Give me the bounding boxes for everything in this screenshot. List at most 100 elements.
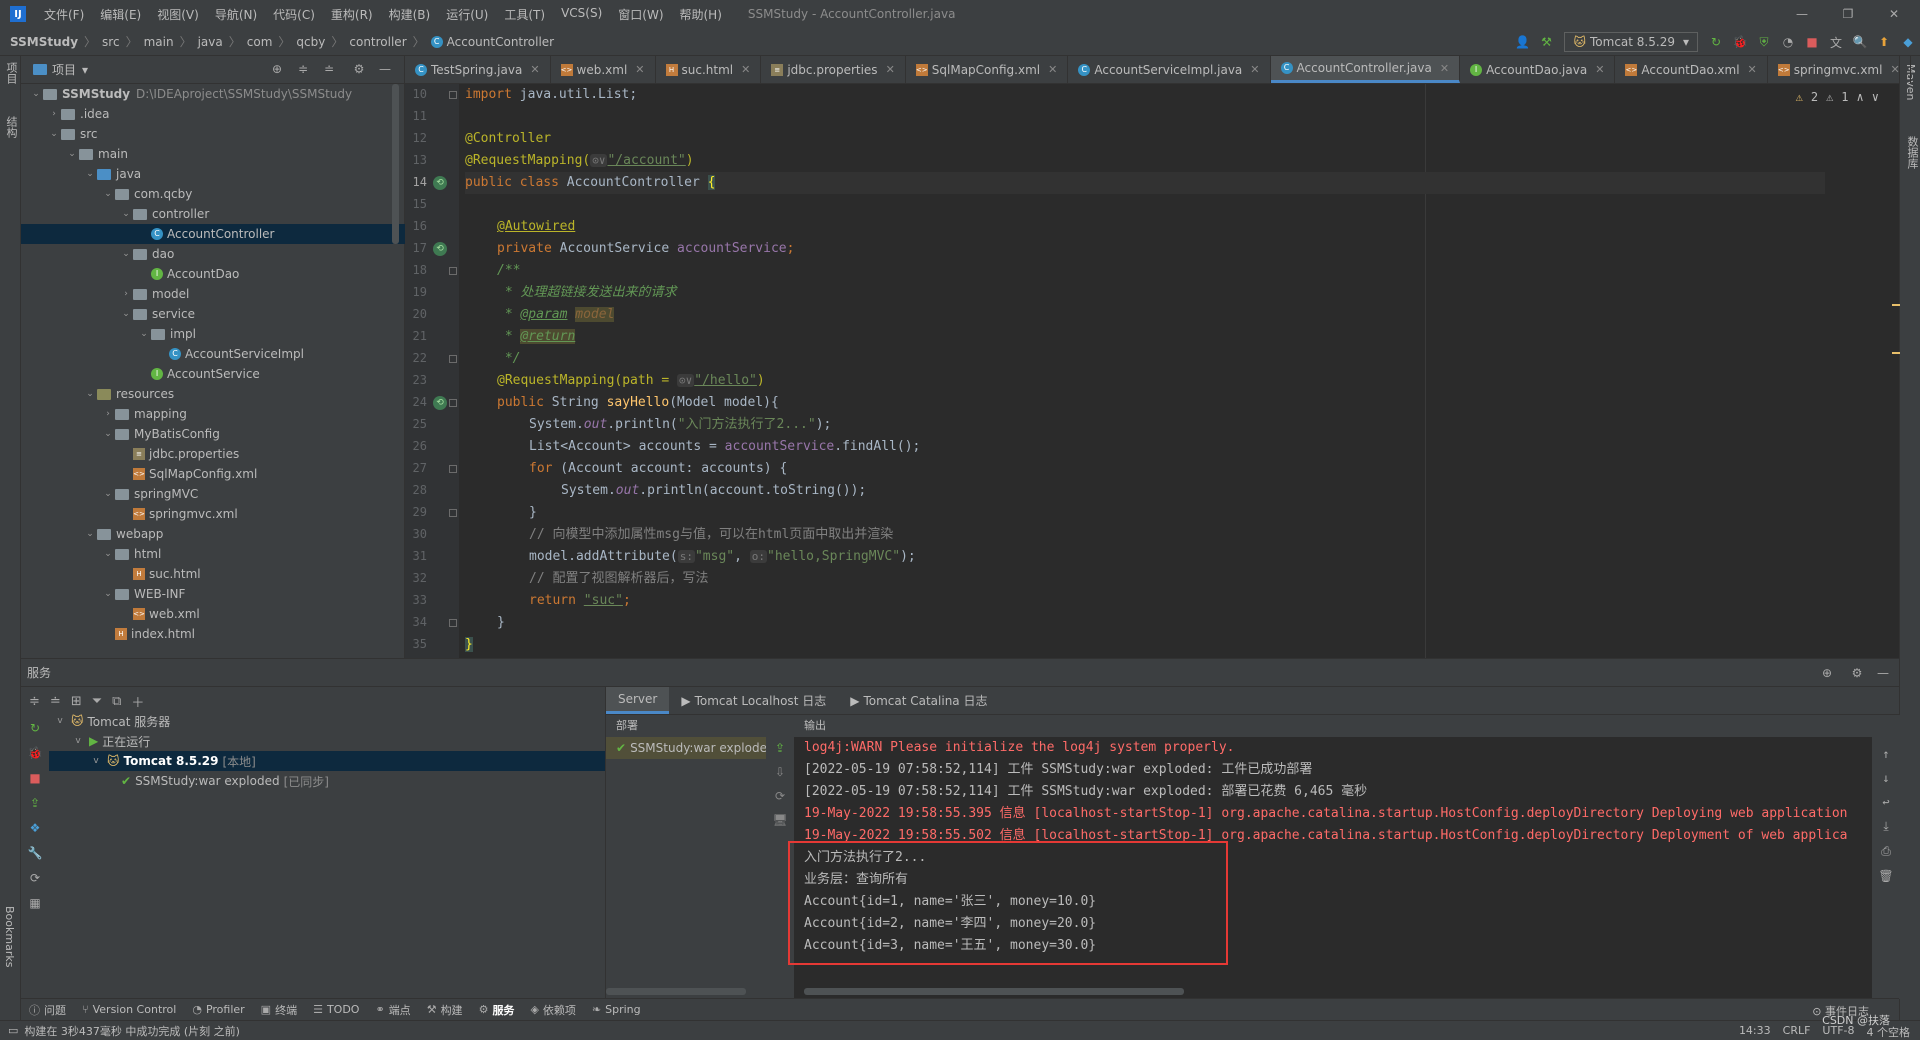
- fold-marker-icon[interactable]: [449, 91, 457, 99]
- artifact-item[interactable]: ✔ SSMStudy:war exploded [已同步]: [49, 771, 605, 791]
- caret-position[interactable]: 14:33: [1739, 1024, 1771, 1040]
- code-editor[interactable]: 10 11 12 13 14 15 16 17 18 19 20 21 22 23 24 25 26 27 28 29…: [405, 84, 1900, 658]
- status-message[interactable]: 构建在 3秒437毫秒 中成功完成 (片刻 之前): [24, 1023, 240, 1039]
- tree-item[interactable]: I AccountDao: [21, 264, 405, 284]
- menu-item[interactable]: 视图(V): [149, 6, 207, 23]
- run-config-select[interactable]: 🐱 Tomcat 8.5.29 ▾: [1564, 32, 1698, 52]
- tool-window-tab[interactable]: ⑂ Version Control: [82, 1002, 176, 1018]
- editor-tab[interactable]: C AccountServiceImpl.java ✕: [1068, 56, 1271, 83]
- collapse-all-icon[interactable]: ≐: [50, 694, 61, 709]
- editor-tab[interactable]: I AccountDao.java ✕: [1460, 56, 1616, 83]
- editor-tab[interactable]: <> springmvc.xml ✕: [1768, 56, 1911, 83]
- breadcrumb-project[interactable]: SSMStudy: [10, 35, 78, 49]
- close-tab-icon[interactable]: ✕: [1048, 63, 1057, 76]
- chevron-down-icon[interactable]: ⌄: [119, 249, 133, 259]
- tomcat-server-item[interactable]: v 🐱 Tomcat 8.5.29 [本地]: [49, 751, 605, 771]
- editor-scrollbar[interactable]: [1888, 84, 1899, 658]
- group-icon[interactable]: ⊞: [71, 694, 82, 709]
- spring-bean-icon[interactable]: ⟲: [433, 176, 447, 190]
- tree-item[interactable]: Hindex.html: [21, 624, 405, 644]
- layout-icon[interactable]: ▦: [29, 896, 40, 910]
- close-tab-icon[interactable]: ✕: [1250, 63, 1259, 76]
- chevron-down-icon[interactable]: ⌄: [119, 309, 133, 319]
- running-group[interactable]: v ▶ 正在运行: [49, 731, 605, 751]
- tree-item[interactable]: ⌄ java: [21, 164, 405, 184]
- tree-item[interactable]: ⌄ MyBatisConfig: [21, 424, 405, 444]
- editor-tab[interactable]: ≡ jdbc.properties ✕: [761, 56, 906, 83]
- tree-item[interactable]: ⌄ com.qcby: [21, 184, 405, 204]
- tool-window-tab[interactable]: ⚭ 端点: [375, 1002, 410, 1018]
- print-icon[interactable]: ⎙: [1881, 844, 1891, 859]
- menu-item[interactable]: 工具(T): [496, 6, 553, 23]
- tree-item[interactable]: <> springmvc.xml: [21, 504, 405, 524]
- tree-item[interactable]: <> SqlMapConfig.xml: [21, 464, 405, 484]
- strip-database[interactable]: 数据库: [1904, 136, 1920, 169]
- tree-item[interactable]: ⌄ dao: [21, 244, 405, 264]
- close-tab-icon[interactable]: ✕: [1748, 63, 1757, 76]
- coverage-icon[interactable]: ⛨: [1752, 32, 1776, 52]
- strip-project[interactable]: 项目: [3, 62, 19, 84]
- debug-icon[interactable]: 🐞: [1728, 32, 1752, 52]
- chevron-right-icon[interactable]: ›: [47, 109, 61, 119]
- menu-item[interactable]: 重构(R): [323, 6, 381, 23]
- fold-marker-icon[interactable]: [449, 465, 457, 473]
- chevron-down-icon[interactable]: ⌄: [65, 149, 79, 159]
- minimize-icon[interactable]: —: [1780, 0, 1824, 28]
- tree-item[interactable]: ⌄ springMVC: [21, 484, 405, 504]
- strip-bookmarks[interactable]: Bookmarks: [3, 906, 16, 967]
- breadcrumb-src[interactable]: src: [102, 35, 120, 49]
- chevron-down-icon[interactable]: ⌄: [101, 189, 115, 199]
- chevron-down-icon[interactable]: ⌄: [83, 529, 97, 539]
- line-separator[interactable]: CRLF: [1783, 1024, 1811, 1040]
- breadcrumb-com[interactable]: com: [247, 35, 273, 49]
- build-hammer-icon[interactable]: ⚒: [1534, 32, 1558, 52]
- deployment-scrollbar[interactable]: [606, 988, 746, 995]
- chevron-down-icon[interactable]: ⌄: [47, 129, 61, 139]
- tool-window-tab[interactable]: ⚙ 服务: [479, 1002, 515, 1018]
- editor-tab[interactable]: Hsuc.html ✕: [656, 56, 762, 83]
- chevron-down-icon[interactable]: ⌄: [29, 89, 43, 99]
- menu-item[interactable]: 编辑(E): [92, 6, 149, 23]
- tab-localhost-log[interactable]: ▶ Tomcat Localhost 日志: [669, 687, 838, 714]
- fold-marker-icon[interactable]: [449, 619, 457, 627]
- trash-icon[interactable]: 🗑: [1878, 869, 1893, 883]
- tree-item[interactable]: ⌄ main: [21, 144, 405, 164]
- tree-item[interactable]: ≡ jdbc.properties: [21, 444, 405, 464]
- globe-icon[interactable]: ⊕: [1819, 666, 1835, 680]
- menu-item[interactable]: 帮助(H): [672, 6, 730, 23]
- breadcrumb-controller[interactable]: controller: [349, 35, 406, 49]
- chevron-down-icon[interactable]: ⌄: [101, 429, 115, 439]
- deploy-icon[interactable]: ⇪: [775, 741, 785, 755]
- close-tab-icon[interactable]: ✕: [1890, 63, 1899, 76]
- menu-item[interactable]: 运行(U): [438, 6, 496, 23]
- chevron-right-icon[interactable]: ›: [101, 409, 115, 419]
- monitor-icon[interactable]: 🖥: [772, 813, 787, 827]
- editor-tab[interactable]: C AccountController.java ✕: [1270, 56, 1461, 83]
- tree-item[interactable]: ⌄ WEB-INF: [21, 584, 405, 604]
- tool-window-tab[interactable]: ❧ Spring: [592, 1002, 641, 1018]
- refresh-icon[interactable]: ⟳: [30, 871, 40, 885]
- translate-icon[interactable]: 文: [1824, 32, 1848, 52]
- chevron-down-icon[interactable]: ⌄: [101, 489, 115, 499]
- search-icon[interactable]: 🔍: [1848, 32, 1872, 52]
- tree-item[interactable]: ⌄ src: [21, 124, 405, 144]
- deployment-item[interactable]: ✔ SSMStudy:war exploded: [606, 737, 766, 759]
- warning-marker[interactable]: [1892, 352, 1900, 354]
- profile-icon[interactable]: ◔: [1776, 32, 1800, 52]
- arrow-up-icon[interactable]: ↑: [1882, 747, 1889, 761]
- menu-item[interactable]: 代码(C): [265, 6, 323, 23]
- tree-item[interactable]: ⌄ html: [21, 544, 405, 564]
- wrench-icon[interactable]: 🔧: [28, 846, 43, 860]
- expand-all-icon[interactable]: ≑: [295, 62, 311, 78]
- close-tab-icon[interactable]: ✕: [635, 63, 644, 76]
- tree-item[interactable]: C AccountController: [21, 224, 405, 244]
- tree-item[interactable]: ⌄ controller: [21, 204, 405, 224]
- tree-item[interactable]: <> web.xml: [21, 604, 405, 624]
- expand-all-icon[interactable]: ≑: [29, 694, 40, 709]
- deploy-icon[interactable]: ⇪: [30, 796, 40, 810]
- tool-window-tab[interactable]: ◈ 依赖项: [530, 1002, 575, 1018]
- chevron-down-icon[interactable]: ▾: [82, 63, 88, 77]
- chevron-down-icon[interactable]: ⌄: [101, 589, 115, 599]
- breadcrumb-qcby[interactable]: qcby: [296, 35, 325, 49]
- project-panel-title[interactable]: 项目: [52, 61, 76, 78]
